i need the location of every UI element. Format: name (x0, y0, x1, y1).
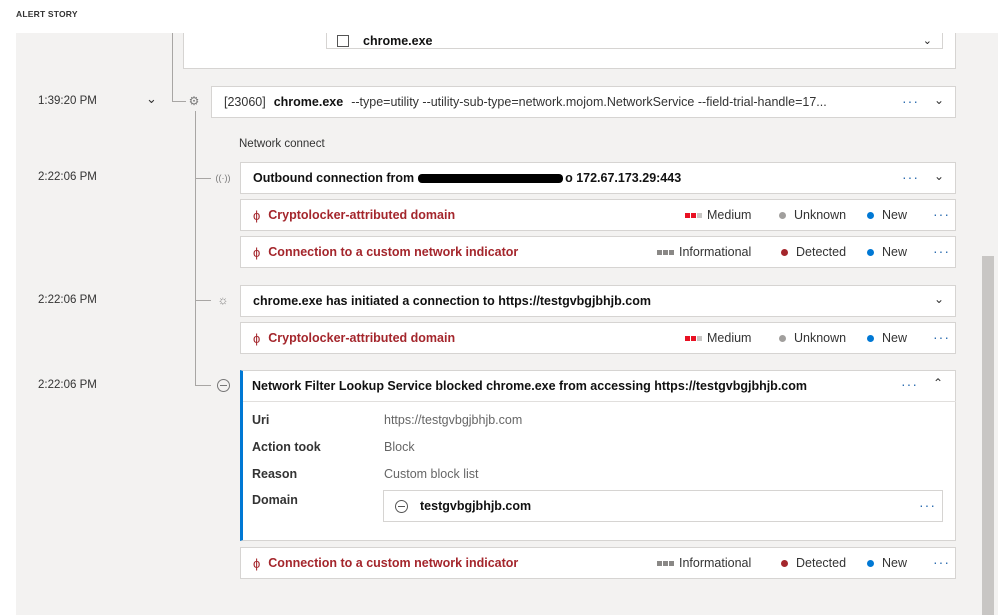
action-value: Block (384, 440, 415, 454)
more-actions-icon[interactable]: ··· (902, 93, 919, 109)
outbound-connection-row[interactable]: Outbound connection from o 172.67.173.29… (240, 162, 956, 194)
checkbox-icon[interactable] (337, 34, 349, 47)
reason-key: Reason (252, 467, 298, 481)
gear-icon: ⚙ (186, 93, 202, 109)
uri-key: Uri (252, 413, 270, 427)
more-actions-icon[interactable]: ··· (919, 497, 936, 513)
event-time: 2:22:06 PM (38, 294, 97, 306)
action-key: Action took (252, 440, 321, 454)
chevron-down-icon[interactable]: ⌄ (934, 292, 944, 306)
blocked-event-header[interactable]: Network Filter Lookup Service blocked ch… (243, 370, 956, 402)
more-actions-icon[interactable]: ··· (933, 206, 950, 222)
plug-icon: ☼ (215, 292, 231, 308)
severity-label: Medium (707, 208, 752, 222)
process-chip[interactable]: chrome.exe ⌄ (326, 33, 943, 49)
event-title: chrome.exe has initiated a connection to… (253, 294, 651, 308)
lightning-icon: ϕ (253, 330, 261, 346)
determination-label: Unknown (794, 208, 847, 222)
determination-label: Unknown (794, 331, 847, 345)
broadcast-icon: ((·)) (215, 170, 231, 186)
severity: Informational (657, 556, 751, 570)
process-name: chrome.exe (273, 95, 344, 109)
status: New (867, 556, 907, 570)
process-args: --type=utility --utility-sub-type=networ… (351, 95, 827, 109)
process-chip-label: chrome.exe (363, 33, 433, 48)
alert-row[interactable]: ϕ Cryptolocker-attributed domain Medium … (240, 199, 956, 231)
tree-line (195, 111, 196, 385)
reason-value: Custom block list (384, 467, 479, 481)
lightning-icon: ϕ (253, 207, 261, 223)
event-title-prefix: Outbound connection from (253, 171, 415, 185)
chevron-down-icon[interactable]: ⌄ (934, 93, 944, 107)
severity-label: Medium (707, 331, 752, 345)
alert-row[interactable]: ϕ Connection to a custom network indicat… (240, 236, 956, 268)
network-connect-label: Network connect (239, 138, 325, 150)
tree-line (195, 300, 211, 301)
chevron-down-icon[interactable]: ⌄ (934, 169, 944, 183)
redacted-address (418, 173, 564, 183)
alert-title[interactable]: Cryptolocker-attributed domain (268, 331, 455, 345)
alert-story-header: ALERT STORY (16, 9, 78, 19)
alert-title[interactable]: Connection to a custom network indicator (268, 556, 518, 570)
severity: Medium (685, 331, 751, 345)
status-label: New (882, 208, 908, 222)
more-actions-icon[interactable]: ··· (933, 329, 950, 345)
event-title-suffix: o 172.67.173.29:443 (565, 171, 682, 185)
tree-line (172, 33, 173, 101)
more-actions-icon[interactable]: ··· (902, 169, 919, 185)
severity-label: Informational (679, 556, 752, 570)
connection-initiated-row[interactable]: chrome.exe has initiated a connection to… (240, 285, 956, 317)
event-title: Network Filter Lookup Service blocked ch… (252, 378, 807, 393)
lightning-icon: ϕ (253, 244, 261, 260)
uri-value: https://testgvbgjbhjb.com (384, 413, 523, 427)
chevron-down-icon[interactable]: ⌄ (923, 34, 932, 47)
more-actions-icon[interactable]: ··· (933, 554, 950, 570)
status: New (867, 331, 907, 345)
more-actions-icon[interactable]: ··· (933, 243, 950, 259)
process-row[interactable]: [23060] chrome.exe --type=utility --util… (211, 86, 956, 118)
expand-chevron-icon[interactable]: ⌄ (146, 91, 157, 107)
status-label: New (882, 556, 908, 570)
alert-row[interactable]: ϕ Cryptolocker-attributed domain Medium … (240, 322, 956, 354)
determination: Detected (781, 556, 846, 570)
determination: Unknown (779, 208, 846, 222)
lightning-icon: ϕ (253, 555, 261, 571)
event-time: 2:22:06 PM (38, 379, 97, 391)
status: New (867, 245, 907, 259)
status: New (867, 208, 907, 222)
severity: Informational (657, 245, 751, 259)
blocked-icon (215, 377, 231, 393)
tree-line (172, 101, 186, 102)
status-label: New (882, 331, 908, 345)
alert-title[interactable]: Connection to a custom network indicator (268, 245, 518, 259)
event-time: 2:22:06 PM (38, 171, 97, 183)
determination: Detected (781, 245, 846, 259)
tree-line (195, 178, 211, 179)
more-actions-icon[interactable]: ··· (901, 376, 918, 392)
determination-label: Detected (796, 245, 847, 259)
alert-title[interactable]: Cryptolocker-attributed domain (268, 208, 455, 222)
tree-line (195, 385, 211, 386)
scrollbar-thumb[interactable] (982, 256, 994, 615)
severity: Medium (685, 208, 751, 222)
severity-label: Informational (679, 245, 752, 259)
chevron-up-icon[interactable]: ⌃ (933, 376, 943, 390)
determination-label: Detected (796, 556, 847, 570)
domain-chip[interactable]: testgvbgjbhjb.com ··· (383, 490, 943, 522)
domain-key: Domain (252, 493, 298, 507)
event-time: 1:39:20 PM (38, 95, 97, 107)
status-label: New (882, 245, 908, 259)
alert-row[interactable]: ϕ Connection to a custom network indicat… (240, 547, 956, 579)
process-pid: [23060] (224, 95, 266, 109)
determination: Unknown (779, 331, 846, 345)
domain-icon (395, 499, 408, 513)
domain-value: testgvbgjbhjb.com (420, 499, 532, 513)
